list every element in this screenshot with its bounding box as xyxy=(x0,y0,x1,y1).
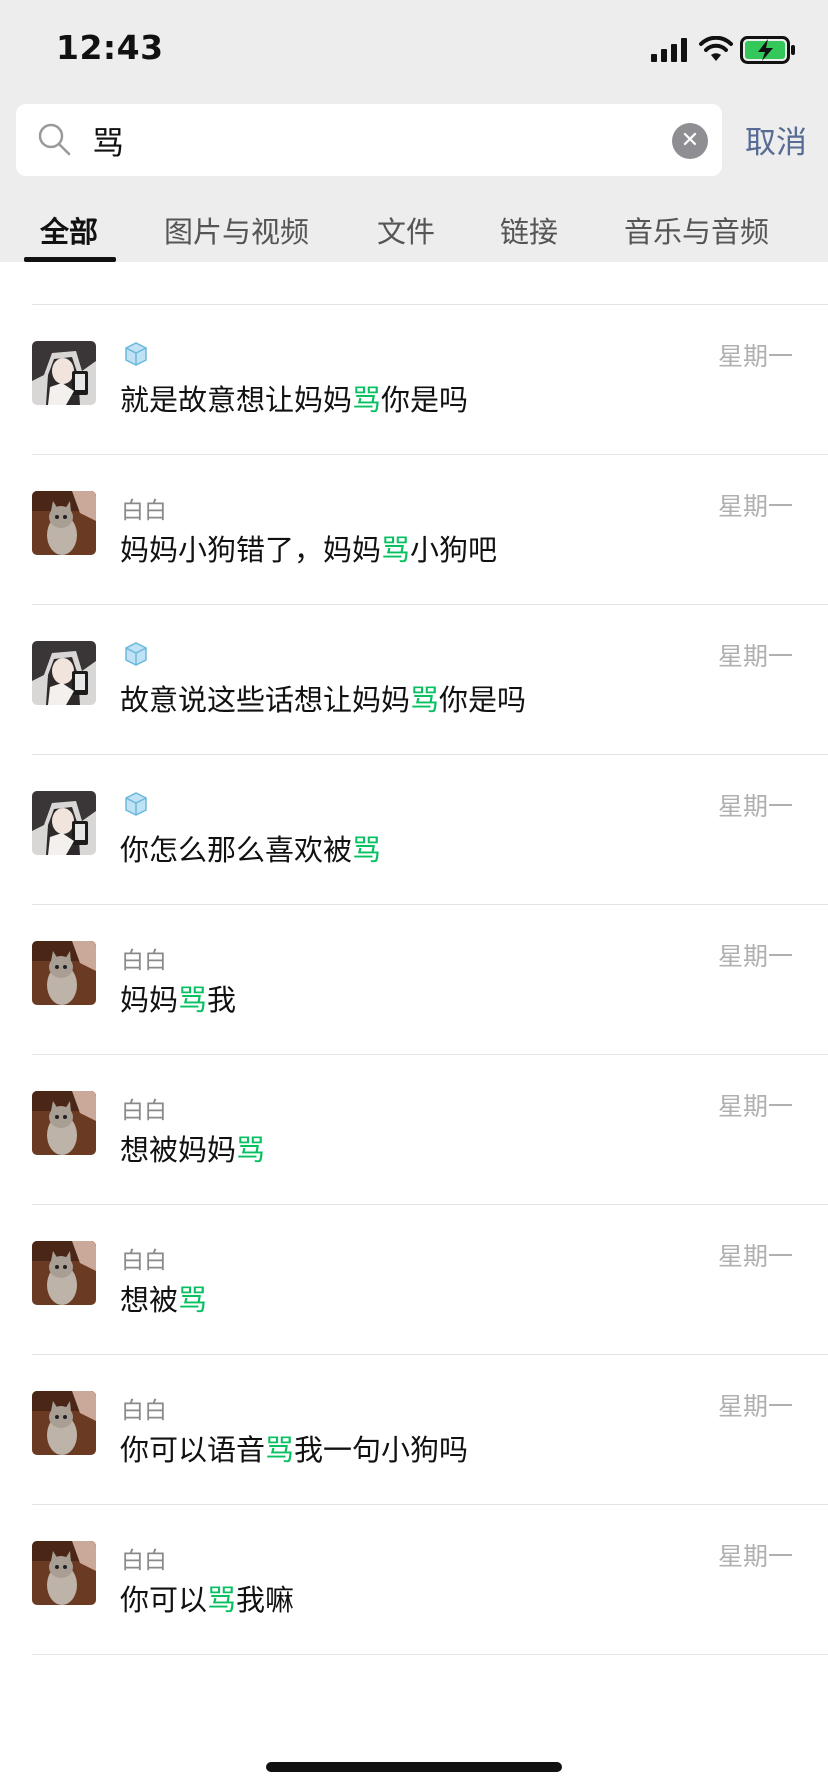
message-snippet: 妈妈骂我 xyxy=(120,977,236,1019)
snippet-before: 妈妈 xyxy=(120,983,179,1017)
tab-files[interactable]: 文件 xyxy=(377,209,435,251)
cat-avatar xyxy=(32,491,96,555)
snippet-after: 你是吗 xyxy=(439,683,527,717)
sender-name: 白白 xyxy=(121,1548,167,1574)
cat-avatar xyxy=(32,941,96,1005)
battery-charging-icon xyxy=(740,36,795,64)
keyword-highlight: 骂 xyxy=(352,833,382,867)
message-snippet: 想被骂 xyxy=(120,1277,207,1319)
snippet-before: 你可以语音 xyxy=(120,1433,266,1467)
filter-tabs: 全部 图片与视频 文件 链接 音乐与音频 xyxy=(0,205,828,262)
snippet-before: 你可以 xyxy=(120,1583,208,1617)
message-snippet: 想被妈妈骂 xyxy=(120,1127,265,1169)
message-date: 星期一 xyxy=(717,1092,793,1121)
sender-name: 白白 xyxy=(121,1248,167,1274)
cat-avatar xyxy=(32,1241,96,1305)
keyword-highlight: 骂 xyxy=(178,983,208,1017)
search-header: 12:43 骂 ✕ 取消 全部 图片与视频 文件 链接 音乐与音频 xyxy=(0,0,828,262)
anime-girl-avatar xyxy=(32,341,96,405)
search-input[interactable]: 骂 ✕ xyxy=(16,104,722,176)
search-result-item[interactable]: 白白 星期一想被骂 xyxy=(0,1205,828,1355)
active-tab-indicator xyxy=(24,257,116,262)
snippet-before: 故意说这些话想让妈妈 xyxy=(120,683,411,717)
wifi-icon xyxy=(699,36,733,61)
tab-music-audio[interactable]: 音乐与音频 xyxy=(624,209,769,251)
snippet-before: 妈妈小狗错了，妈妈 xyxy=(120,533,382,567)
message-date: 星期一 xyxy=(717,1242,793,1271)
message-date: 星期一 xyxy=(717,1392,793,1421)
keyword-highlight: 骂 xyxy=(236,1133,266,1167)
message-date: 星期一 xyxy=(717,642,793,671)
snippet-before: 想被 xyxy=(120,1283,179,1317)
snippet-after: 小狗吧 xyxy=(410,533,498,567)
snippet-after: 我嘛 xyxy=(236,1583,295,1617)
cat-avatar xyxy=(32,1541,96,1605)
status-time: 12:43 xyxy=(56,28,164,67)
keyword-highlight: 骂 xyxy=(207,1583,237,1617)
search-query[interactable]: 骂 xyxy=(92,118,124,164)
search-result-item[interactable]: 星期一就是故意想让妈妈骂你是吗 xyxy=(0,305,828,455)
snippet-before: 就是故意想让妈妈 xyxy=(120,383,353,417)
search-result-item[interactable]: 白白 星期一你可以语音骂我一句小狗吗 xyxy=(0,1355,828,1505)
message-snippet: 你可以语音骂我一句小狗吗 xyxy=(120,1427,468,1469)
divider xyxy=(32,1654,828,1655)
keyword-highlight: 骂 xyxy=(381,533,411,567)
snippet-after: 我一句小狗吗 xyxy=(294,1433,469,1467)
keyword-highlight: 骂 xyxy=(410,683,440,717)
tab-all[interactable]: 全部 xyxy=(40,209,98,251)
snippet-before: 你怎么那么喜欢被 xyxy=(120,833,353,867)
search-result-item[interactable]: 白白 星期一妈妈骂我 xyxy=(0,905,828,1055)
message-snippet: 故意说这些话想让妈妈骂你是吗 xyxy=(120,677,526,719)
ice-cube-icon xyxy=(122,640,150,666)
close-icon: ✕ xyxy=(680,128,700,153)
cancel-button[interactable]: 取消 xyxy=(745,117,807,162)
ice-cube-icon xyxy=(122,790,150,816)
message-snippet: 你可以骂我嘛 xyxy=(120,1577,294,1619)
search-icon xyxy=(38,123,71,156)
tab-images-videos[interactable]: 图片与视频 xyxy=(164,209,309,251)
cat-avatar xyxy=(32,1091,96,1155)
search-result-item[interactable]: 白白 星期一你可以骂我嘛 xyxy=(0,1505,828,1655)
keyword-highlight: 骂 xyxy=(265,1433,295,1467)
message-snippet: 你怎么那么喜欢被骂 xyxy=(120,827,381,869)
sender-name: 白白 xyxy=(121,498,167,524)
snippet-after: 我 xyxy=(207,983,237,1017)
message-date: 星期一 xyxy=(717,342,793,371)
sender-name: 白白 xyxy=(121,948,167,974)
cat-avatar xyxy=(32,1391,96,1455)
search-result-item[interactable]: 星期一故意说这些话想让妈妈骂你是吗 xyxy=(0,605,828,755)
message-date: 星期一 xyxy=(717,942,793,971)
search-result-item[interactable]: 白白 星期一妈妈小狗错了，妈妈骂小狗吧 xyxy=(0,455,828,605)
snippet-after: 你是吗 xyxy=(381,383,469,417)
anime-girl-avatar xyxy=(32,641,96,705)
anime-girl-avatar xyxy=(32,791,96,855)
clear-search-button[interactable]: ✕ xyxy=(672,123,708,159)
search-result-item[interactable]: 白白 星期一想被妈妈骂 xyxy=(0,1055,828,1205)
search-result-item[interactable]: 星期一你怎么那么喜欢被骂 xyxy=(0,755,828,905)
message-snippet: 就是故意想让妈妈骂你是吗 xyxy=(120,377,468,419)
message-date: 星期一 xyxy=(717,492,793,521)
message-date: 星期一 xyxy=(717,1542,793,1571)
keyword-highlight: 骂 xyxy=(352,383,382,417)
sender-name: 白白 xyxy=(121,1098,167,1124)
message-date: 星期一 xyxy=(717,792,793,821)
keyword-highlight: 骂 xyxy=(178,1283,208,1317)
cellular-signal-icon xyxy=(651,38,687,62)
home-indicator xyxy=(266,1762,562,1772)
sender-name: 白白 xyxy=(121,1398,167,1424)
snippet-before: 想被妈妈 xyxy=(120,1133,237,1167)
tab-links[interactable]: 链接 xyxy=(500,209,558,251)
message-snippet: 妈妈小狗错了，妈妈骂小狗吧 xyxy=(120,527,497,569)
ice-cube-icon xyxy=(122,340,150,366)
